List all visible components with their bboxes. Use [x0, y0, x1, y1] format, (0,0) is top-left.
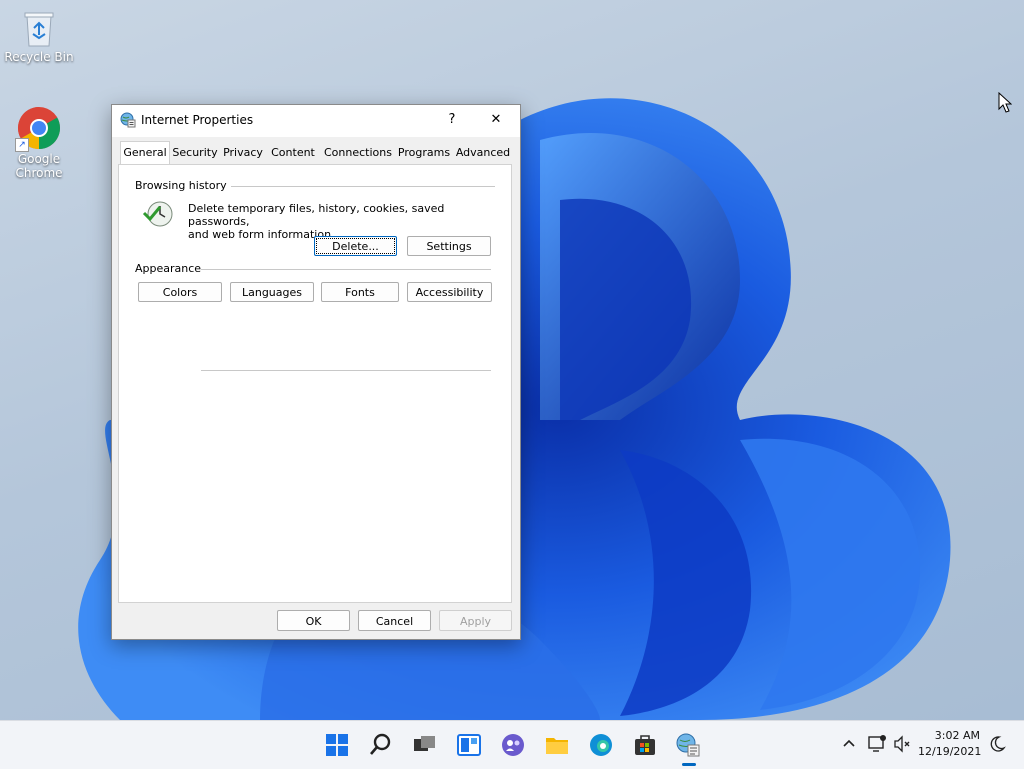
general-tab-panel: Browsing history Delete temporary files,…	[118, 164, 512, 603]
browsing-history-heading: Browsing history	[135, 179, 231, 192]
internet-properties-taskbar-icon[interactable]	[674, 731, 702, 759]
active-app-indicator	[682, 763, 696, 766]
chrome-icon: ↗	[15, 106, 61, 152]
help-button[interactable]: ?	[430, 105, 474, 135]
description-line-1: Delete temporary files, history, cookies…	[188, 202, 445, 228]
chrome-label-line1: Google	[17, 152, 61, 166]
cancel-button[interactable]: Cancel	[358, 610, 431, 631]
delete-history-button[interactable]: Delete...	[314, 236, 397, 256]
chrome-label-line2: Chrome	[15, 166, 63, 180]
file-explorer-icon[interactable]	[543, 731, 571, 759]
tab-general[interactable]: General	[120, 141, 170, 166]
tab-connections[interactable]: Connections	[322, 143, 394, 163]
tab-privacy[interactable]: Privacy	[222, 143, 264, 163]
ok-button[interactable]: OK	[277, 610, 350, 631]
google-chrome-shortcut[interactable]: ↗ Google Chrome	[3, 106, 75, 180]
widgets-icon[interactable]	[455, 731, 483, 759]
languages-button[interactable]: Languages	[230, 282, 314, 302]
clock-date[interactable]: 12/19/2021	[918, 745, 981, 758]
network-icon[interactable]	[866, 734, 888, 754]
start-icon[interactable]	[323, 731, 351, 759]
tab-programs[interactable]: Programs	[397, 143, 451, 163]
taskbar: 3:02 AM 12/19/2021	[0, 720, 1024, 769]
volume-muted-icon[interactable]	[892, 734, 912, 754]
recycle-bin-shortcut[interactable]: Recycle Bin	[3, 8, 75, 64]
appearance-rule	[201, 269, 491, 270]
recycle-bin-icon	[21, 8, 57, 48]
dialog-titlebar[interactable]: Internet Properties ? ✕	[112, 105, 520, 137]
mouse-cursor-icon	[998, 91, 1013, 117]
search-icon[interactable]	[367, 731, 395, 759]
close-button[interactable]: ✕	[474, 105, 518, 135]
task-view-icon[interactable]	[410, 731, 438, 759]
apply-button[interactable]: Apply	[439, 610, 512, 631]
fonts-button[interactable]: Fonts	[321, 282, 399, 302]
appearance-divider-line	[201, 370, 491, 371]
tab-content[interactable]: Content	[268, 143, 318, 163]
clock-time[interactable]: 3:02 AM	[918, 729, 980, 742]
shortcut-arrow-icon: ↗	[15, 138, 29, 152]
show-hidden-icons-chevron-icon[interactable]	[840, 735, 858, 753]
appearance-heading: Appearance	[135, 262, 206, 275]
browsing-history-divider	[219, 186, 495, 187]
edge-icon[interactable]	[587, 731, 615, 759]
history-settings-button[interactable]: Settings	[407, 236, 491, 256]
internet-properties-icon	[120, 112, 136, 131]
focus-assist-moon-icon[interactable]	[988, 735, 1006, 753]
store-icon[interactable]	[631, 731, 659, 759]
colors-button[interactable]: Colors	[138, 282, 222, 302]
tab-advanced[interactable]: Advanced	[454, 143, 512, 163]
internet-properties-dialog: Internet Properties ? ✕ General Security…	[111, 104, 521, 640]
recycle-bin-label: Recycle Bin	[4, 50, 74, 64]
accessibility-button[interactable]: Accessibility	[407, 282, 492, 302]
tab-strip: General Security Privacy Content Connect…	[118, 141, 514, 166]
dialog-title: Internet Properties	[141, 113, 254, 127]
tab-security[interactable]: Security	[171, 143, 219, 163]
browsing-history-icon	[141, 199, 175, 229]
chat-icon[interactable]	[499, 731, 527, 759]
